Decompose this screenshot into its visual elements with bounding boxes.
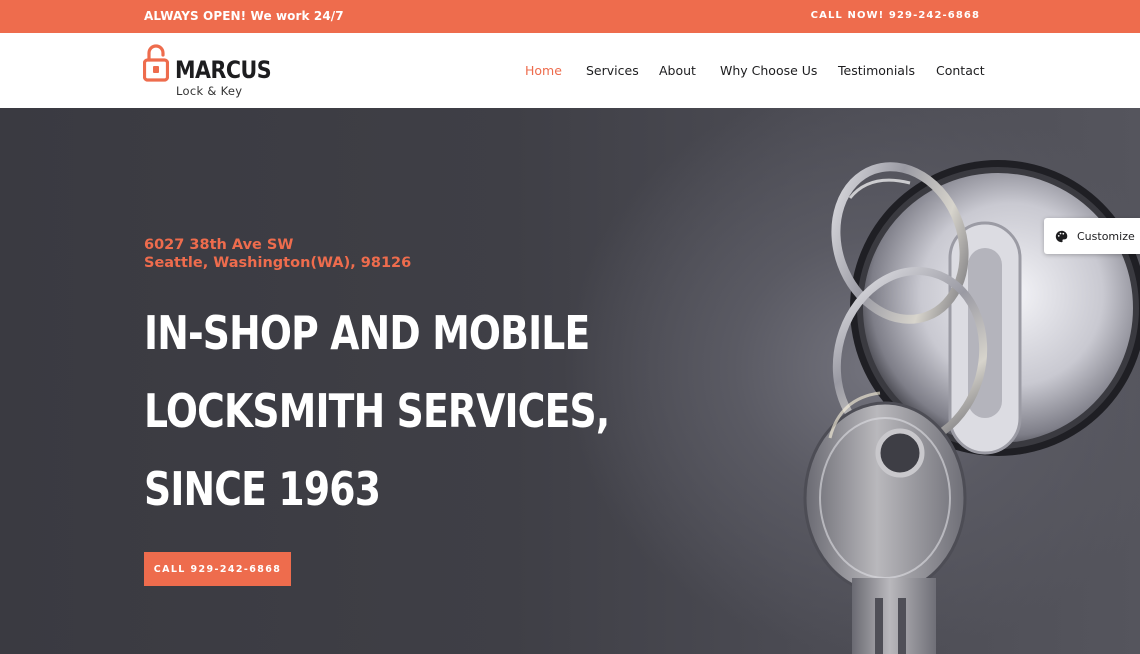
nav-home[interactable]: Home <box>525 63 562 78</box>
headline-line-1: IN-SHOP AND MOBILE <box>144 306 590 360</box>
nav-contact[interactable]: Contact <box>936 63 985 78</box>
call-now-link[interactable]: CALL NOW! 929-242-6868 <box>811 10 980 21</box>
shop-address: 6027 38th Ave SW Seattle, Washington(WA)… <box>144 236 411 272</box>
hero-headline: IN-SHOP AND MOBILE LOCKSMITH SERVICES, S… <box>144 294 704 528</box>
main-navigation: Home Services About Why Choose Us Testim… <box>0 63 1140 83</box>
call-cta-button[interactable]: CALL 929-242-6868 <box>144 552 291 586</box>
site-header: MARCUS Lock & Key Home Services About Wh… <box>0 33 1140 108</box>
always-open-text: ALWAYS OPEN! We work 24/7 <box>144 9 344 23</box>
logo-tagline: Lock & Key <box>176 84 243 98</box>
nav-testimonials[interactable]: Testimonials <box>838 63 915 78</box>
palette-icon <box>1055 230 1068 242</box>
address-street: 6027 38th Ave SW <box>144 237 294 253</box>
keys-in-lock-image <box>803 160 1140 654</box>
nav-why-choose-us[interactable]: Why Choose Us <box>720 63 817 78</box>
headline-line-2: LOCKSMITH SERVICES, <box>144 384 610 438</box>
headline-line-3: SINCE 1963 <box>144 462 381 516</box>
nav-about[interactable]: About <box>659 63 696 78</box>
top-announcement-bar: ALWAYS OPEN! We work 24/7 CALL NOW! 929-… <box>0 0 1140 33</box>
customize-label: Customize <box>1077 229 1135 243</box>
customize-button[interactable]: Customize <box>1044 218 1140 254</box>
address-city: Seattle, Washington(WA), 98126 <box>144 255 412 271</box>
nav-services[interactable]: Services <box>586 63 639 78</box>
hero-section: 6027 38th Ave SW Seattle, Washington(WA)… <box>0 108 1140 654</box>
